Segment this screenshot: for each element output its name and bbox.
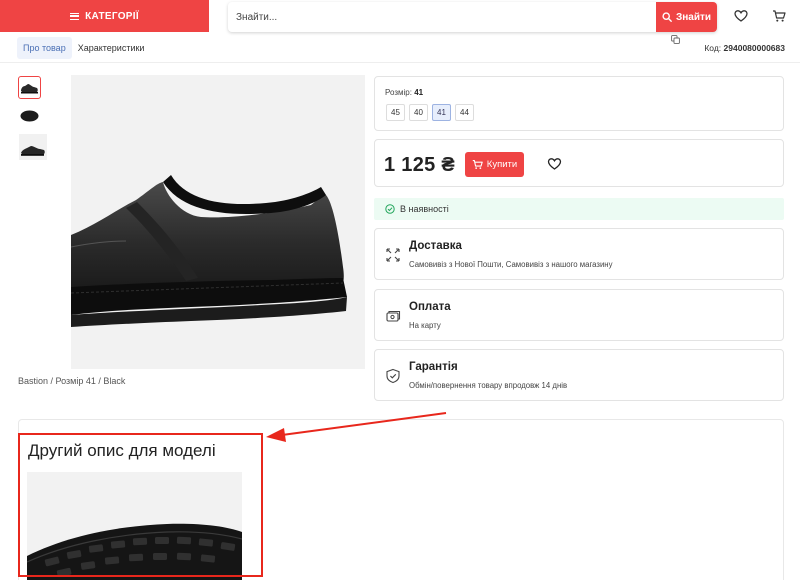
search-button[interactable]: Знайти bbox=[656, 2, 717, 32]
size-option-selected[interactable]: 41 bbox=[432, 104, 451, 121]
gallery-thumbnail[interactable] bbox=[18, 104, 41, 127]
size-label-text: Розмір: bbox=[385, 88, 412, 97]
product-code-label: Код: bbox=[704, 43, 722, 53]
buy-button[interactable]: Купити bbox=[465, 152, 524, 177]
categories-label: КАТЕГОРІЇ bbox=[85, 10, 139, 22]
size-option[interactable]: 40 bbox=[409, 104, 428, 121]
delivery-card: Доставка Самовивіз з Нової Пошти, Самови… bbox=[374, 228, 784, 280]
search-button-label: Знайти bbox=[675, 11, 712, 23]
divider bbox=[0, 62, 800, 63]
product-image[interactable] bbox=[71, 75, 365, 369]
heart-icon[interactable] bbox=[547, 157, 562, 171]
delivery-title: Доставка bbox=[409, 240, 462, 252]
header: КАТЕГОРІЇ Знайти bbox=[0, 0, 800, 34]
heart-icon[interactable] bbox=[734, 9, 748, 23]
warranty-icon bbox=[386, 368, 400, 384]
product-code-value: 2940080000683 bbox=[723, 43, 785, 53]
product-caption: Bastion / Розмір 41 / Black bbox=[18, 376, 126, 386]
payment-card: Оплата На карту bbox=[374, 289, 784, 341]
annotation-arrow bbox=[266, 412, 447, 442]
payment-title: Оплата bbox=[409, 301, 451, 313]
size-option[interactable]: 44 bbox=[455, 104, 474, 121]
tab-characteristics[interactable]: Характеристики bbox=[72, 37, 151, 59]
size-option[interactable]: 45 bbox=[386, 104, 405, 121]
selected-size: 41 bbox=[414, 88, 424, 97]
shoe-thumbnail-image bbox=[21, 83, 38, 93]
copy-icon[interactable] bbox=[671, 35, 680, 44]
shoe-thumbnail-image bbox=[19, 134, 47, 160]
stock-text: В наявності bbox=[400, 204, 449, 214]
annotation-highlight-box bbox=[18, 433, 263, 577]
warranty-card: Гарантія Обмін/повернення товару впродов… bbox=[374, 349, 784, 401]
product-code: Код: 2940080000683 bbox=[704, 43, 785, 53]
menu-icon bbox=[70, 12, 80, 20]
payment-subtitle: На карту bbox=[409, 321, 441, 330]
sole-thumbnail-image bbox=[20, 110, 39, 121]
warranty-title: Гарантія bbox=[409, 361, 458, 373]
product-price: 1 125 ₴ bbox=[384, 154, 456, 176]
size-options: 45 40 41 44 bbox=[386, 104, 474, 121]
delivery-icon bbox=[386, 248, 400, 262]
price-card: 1 125 ₴ Купити bbox=[374, 139, 784, 187]
gallery-thumbnail[interactable] bbox=[18, 76, 41, 99]
cart-icon[interactable] bbox=[772, 9, 786, 23]
product-tabs: Про товар Характеристики bbox=[17, 37, 150, 59]
check-circle-icon bbox=[385, 204, 395, 214]
size-selector-card: Розмір: 41 45 40 41 44 bbox=[374, 76, 784, 131]
gallery-thumbnail[interactable] bbox=[18, 133, 48, 161]
search-icon bbox=[662, 12, 672, 22]
cart-icon bbox=[472, 160, 483, 169]
search-input[interactable] bbox=[228, 2, 656, 32]
tab-about[interactable]: Про товар bbox=[17, 37, 72, 59]
buy-button-label: Купити bbox=[486, 159, 518, 170]
search-bar: Знайти bbox=[228, 2, 717, 32]
shoe-image bbox=[71, 175, 347, 327]
stock-status: В наявності bbox=[374, 198, 784, 220]
delivery-subtitle: Самовивіз з Нової Пошти, Самовивіз з наш… bbox=[409, 260, 613, 269]
size-label: Розмір: 41 bbox=[385, 88, 423, 97]
categories-button[interactable]: КАТЕГОРІЇ bbox=[0, 0, 209, 32]
payment-icon bbox=[386, 310, 401, 322]
warranty-subtitle: Обмін/повернення товару впродовж 14 днів bbox=[409, 381, 568, 390]
